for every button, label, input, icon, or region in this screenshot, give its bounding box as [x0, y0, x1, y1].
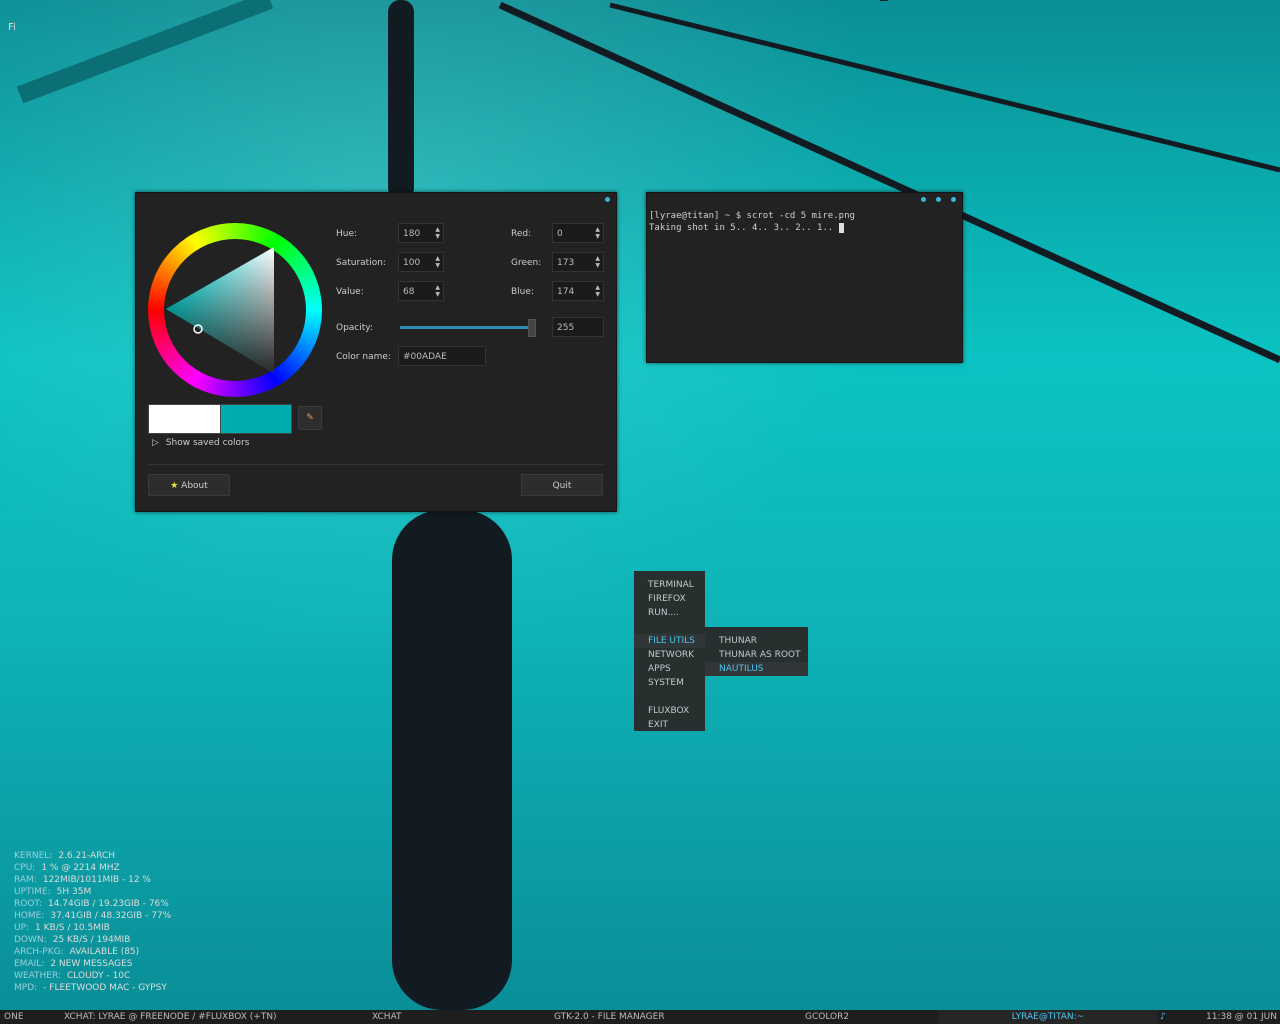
workspace-name[interactable]: ONE [4, 1010, 24, 1024]
terminal-output-line: Taking shot in 5.. 4.. 3.. 2.. 1.. [649, 223, 845, 233]
submenu-item-thunar-root[interactable]: THUNAR AS ROOT [719, 648, 801, 662]
expander-arrow-icon: ▷ [152, 438, 159, 448]
file-utils-submenu: THUNAR THUNAR AS ROOT NAUTILUS [705, 627, 808, 676]
task-terminal[interactable]: LYRAE@TITAN:~ [938, 1010, 1158, 1024]
green-spinner[interactable]: 173 ▲ ▼ [552, 252, 604, 272]
menu-item-file-utils[interactable]: FILE UTILS [634, 634, 705, 648]
conky-row: UPTIME: 5H 35M [14, 887, 92, 897]
value-label: Value: [336, 287, 364, 297]
conky-row: RAM: 122MIB/1011MIB - 12 % [14, 875, 151, 885]
conky-row: MPD: - FLEETWOOD MAC - GYPSY [14, 983, 167, 993]
saturation-value-triangle[interactable] [166, 247, 308, 377]
about-button[interactable]: ★ About [148, 474, 230, 496]
opacity-slider[interactable] [400, 326, 532, 329]
root-menu: TERMINAL FIREFOX RUN.... FILE UTILS NETW… [634, 571, 705, 731]
menu-item-exit[interactable]: EXIT [648, 718, 668, 732]
current-color-swatch[interactable] [220, 404, 292, 434]
terminal-cursor [838, 223, 845, 233]
menu-item-system[interactable]: SYSTEM [648, 676, 684, 690]
red-label: Red: [511, 229, 532, 239]
desktop-label: Fi [8, 22, 16, 33]
task-xchat-freenode[interactable]: XCHAT: LYRAE @ FREENODE / #FLUXBOX (+TN) [64, 1010, 277, 1024]
music-note-icon: ♪ [1160, 1012, 1166, 1022]
window-button-icon[interactable] [936, 197, 941, 202]
conky-row: DOWN: 25 KB/S / 194MIB [14, 935, 131, 945]
opacity-slider-handle[interactable] [528, 319, 536, 337]
quit-button[interactable]: Quit [521, 474, 603, 496]
eyedropper-button[interactable]: ✎ [298, 406, 322, 430]
task-file-manager[interactable]: GTK-2.0 - FILE MANAGER [554, 1010, 665, 1024]
menu-item-fluxbox[interactable]: FLUXBOX [648, 704, 689, 718]
saturation-spinner[interactable]: 100 ▲ ▼ [398, 252, 444, 272]
eyedropper-icon: ✎ [306, 413, 314, 423]
clock: 11:38 @ 01 JUN [1206, 1012, 1277, 1022]
show-saved-colors-expander[interactable]: ▷ Show saved colors [152, 438, 249, 448]
conky-row: ROOT: 14.74GIB / 19.23GIB - 76% [14, 899, 169, 909]
pool-background [16, 0, 1280, 364]
opacity-field[interactable]: 255 [552, 317, 604, 337]
menu-item-terminal[interactable]: TERMINAL [648, 578, 694, 592]
saturation-label: Saturation: [336, 258, 386, 268]
blue-spinner[interactable]: 174 ▲ ▼ [552, 281, 604, 301]
task-xchat[interactable]: XCHAT [372, 1010, 402, 1024]
star-icon: ★ [170, 481, 179, 491]
window-button-icon[interactable] [951, 197, 956, 202]
show-saved-colors-label: Show saved colors [165, 438, 250, 448]
blue-label: Blue: [511, 287, 534, 297]
conky-row: KERNEL: 2.6.21-ARCH [14, 851, 116, 861]
conky-row: ARCH-PKG: AVAILABLE (85) [14, 947, 140, 957]
menu-item-firefox[interactable]: FIREFOX [648, 592, 686, 606]
submenu-item-thunar[interactable]: THUNAR [719, 634, 757, 648]
color-picker-window: Hue: 180 ▲ ▼ Saturation: 100 ▲ ▼ Value: 68 ▲ ▼… [135, 192, 617, 512]
conky-row: EMAIL: 2 NEW MESSAGES [14, 959, 133, 969]
green-label: Green: [511, 258, 542, 268]
conky-system-monitor: KERNEL: 2.6.21-ARCH CPU: 1 % @ 2214 MHZ RAM:… [14, 850, 171, 994]
task-gcolor2[interactable]: GCOLOR2 [805, 1010, 849, 1024]
menu-item-run[interactable]: RUN.... [648, 606, 679, 620]
separator [148, 464, 603, 465]
opacity-label: Opacity: [336, 323, 373, 333]
taskbar: ONE XCHAT: LYRAE @ FREENODE / #FLUXBOX (… [0, 1010, 1280, 1024]
window-button-icon[interactable] [605, 197, 610, 202]
conky-row: HOME: 37.41GIB / 48.32GIB - 77% [14, 911, 172, 921]
hue-spinner[interactable]: 180 ▲ ▼ [398, 223, 444, 243]
color-name-label: Color name: [336, 352, 391, 362]
previous-color-swatch[interactable] [148, 404, 222, 434]
hue-label: Hue: [336, 229, 358, 239]
terminal-prompt-line: [lyrae@titan] ~ $ scrot -cd 5 mire.png [649, 211, 855, 221]
color-name-field[interactable]: #00ADAE [398, 346, 486, 366]
menu-item-network[interactable]: NETWORK [648, 648, 694, 662]
terminal-window[interactable]: [lyrae@titan] ~ $ scrot -cd 5 mire.png T… [646, 192, 963, 363]
conky-row: WEATHER: CLOUDY - 10C [14, 971, 131, 981]
window-button-icon[interactable] [921, 197, 926, 202]
conky-row: CPU: 1 % @ 2214 MHZ [14, 863, 120, 873]
value-spinner[interactable]: 68 ▲ ▼ [398, 281, 444, 301]
menu-item-apps[interactable]: APPS [648, 662, 671, 676]
submenu-item-nautilus[interactable]: NAUTILUS [705, 662, 808, 676]
red-spinner[interactable]: 0 ▲ ▼ [552, 223, 604, 243]
conky-row: UP: 1 KB/S / 10.5MIB [14, 923, 110, 933]
